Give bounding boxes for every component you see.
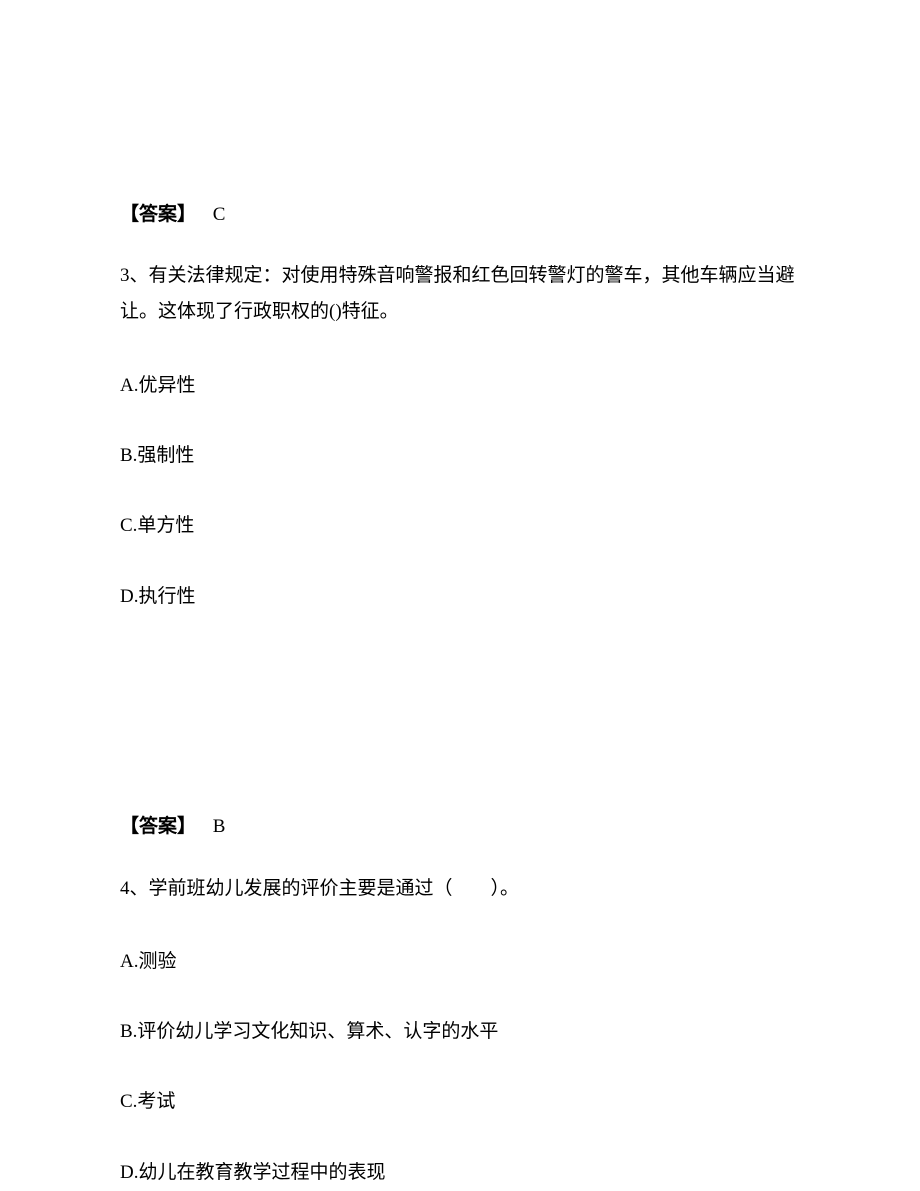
question-4-option-d: D.幼儿在教育教学过程中的表现 bbox=[120, 1158, 800, 1188]
answer-block-1: 【答案】 C bbox=[120, 200, 800, 230]
answer-label: 【答案】 bbox=[120, 816, 196, 837]
option-text: A.优异性 bbox=[120, 375, 195, 396]
question-3-option-c: C.单方性 bbox=[120, 511, 800, 541]
question-text: 有关法律规定：对使用特殊音响警报和红色回转警灯的警车，其他车辆应当避让。这体现了… bbox=[120, 265, 795, 322]
option-text: B.强制性 bbox=[120, 445, 194, 466]
question-3-option-d: D.执行性 bbox=[120, 582, 800, 612]
question-4-option-b: B.评价幼儿学习文化知识、算术、认字的水平 bbox=[120, 1017, 800, 1047]
question-3-option-a: A.优异性 bbox=[120, 371, 800, 401]
question-number: 4、 bbox=[120, 878, 149, 899]
answer-label: 【答案】 bbox=[120, 204, 196, 225]
question-text: 学前班幼儿发展的评价主要是通过（ ）。 bbox=[149, 878, 520, 899]
question-3-option-b: B.强制性 bbox=[120, 441, 800, 471]
option-text: A.测验 bbox=[120, 951, 176, 972]
question-4-stem: 4、学前班幼儿发展的评价主要是通过（ ）。 bbox=[120, 871, 800, 907]
option-text: D.幼儿在教育教学过程中的表现 bbox=[120, 1162, 385, 1183]
question-4-option-a: A.测验 bbox=[120, 947, 800, 977]
answer-value: C bbox=[213, 204, 226, 225]
question-4-option-c: C.考试 bbox=[120, 1087, 800, 1117]
document-page: 【答案】 C 3、有关法律规定：对使用特殊音响警报和红色回转警灯的警车，其他车辆… bbox=[0, 0, 920, 1188]
answer-block-2: 【答案】 B bbox=[120, 812, 800, 842]
question-3-stem: 3、有关法律规定：对使用特殊音响警报和红色回转警灯的警车，其他车辆应当避让。这体… bbox=[120, 258, 800, 330]
answer-value: B bbox=[213, 816, 226, 837]
spacer bbox=[120, 652, 800, 812]
option-text: B.评价幼儿学习文化知识、算术、认字的水平 bbox=[120, 1021, 498, 1042]
option-text: C.单方性 bbox=[120, 515, 194, 536]
option-text: C.考试 bbox=[120, 1091, 175, 1112]
question-number: 3、 bbox=[120, 265, 149, 286]
option-text: D.执行性 bbox=[120, 586, 195, 607]
